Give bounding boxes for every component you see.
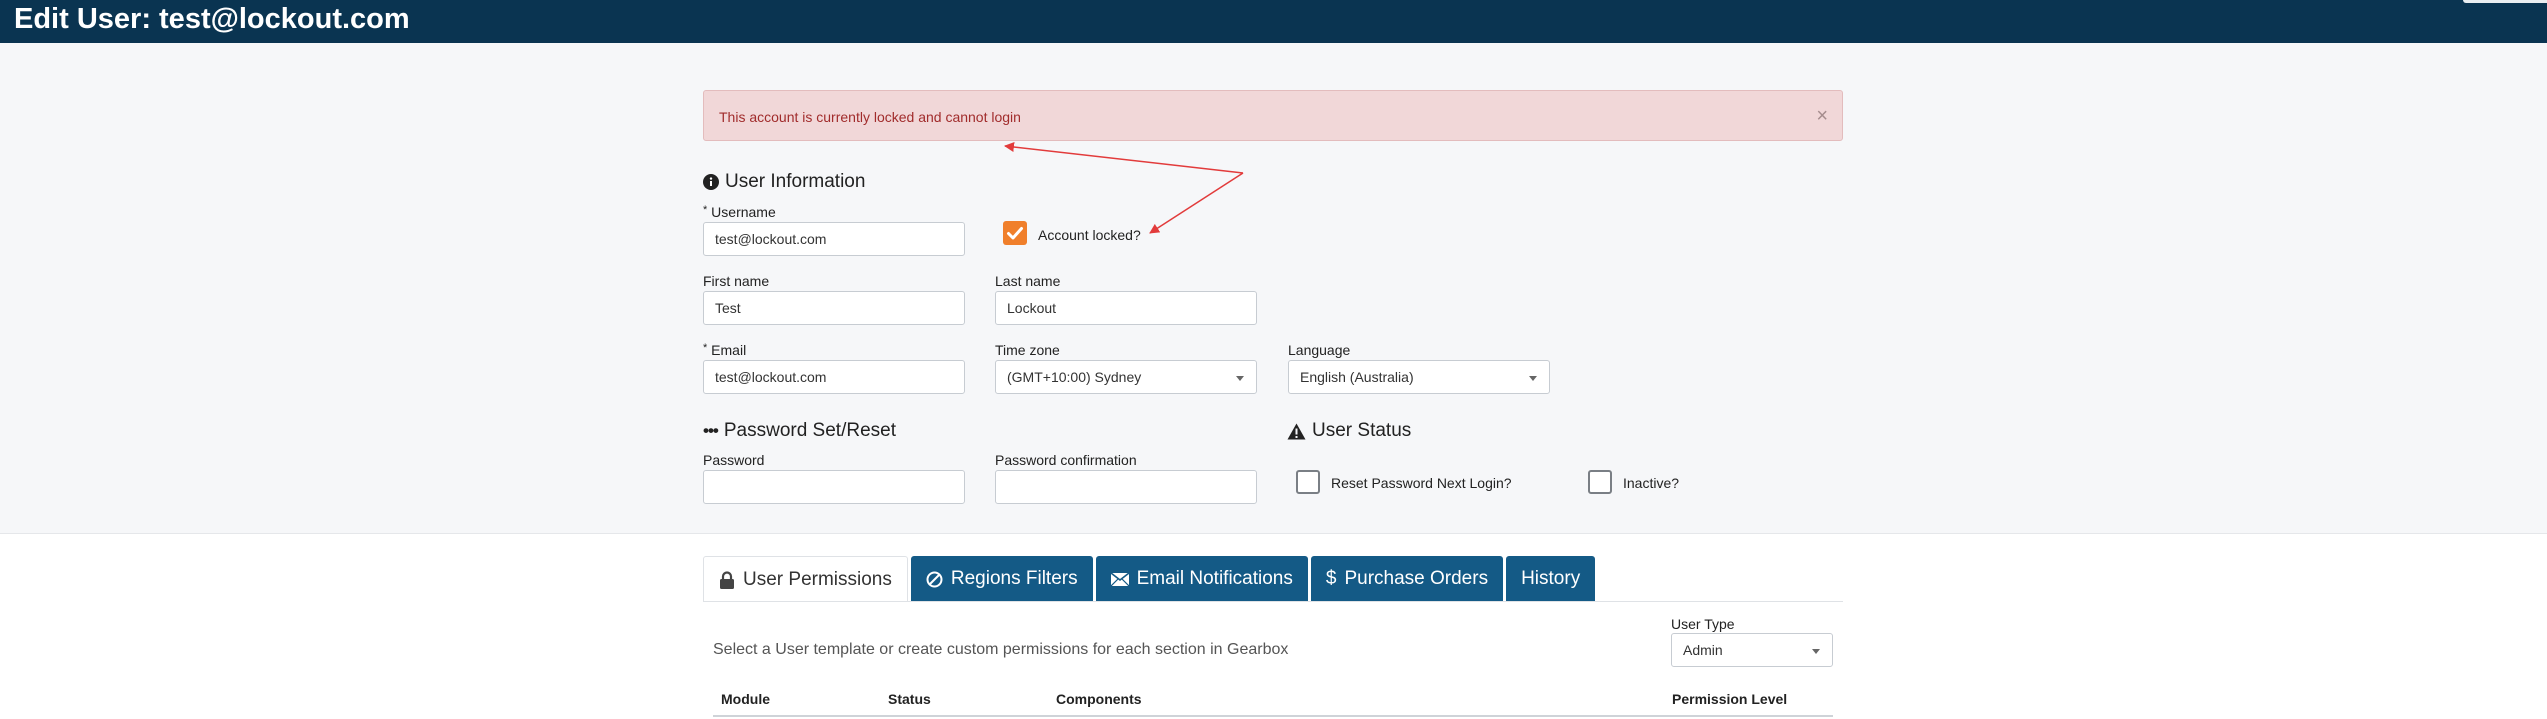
reset-password-checkbox[interactable] [1296,470,1320,494]
column-header-components: Components [1056,691,1142,707]
chevron-down-icon [1812,649,1820,654]
tab-bar: User Permissions Regions Filters Email N… [703,556,1596,602]
envelope-icon [1110,572,1129,586]
tab-divider [703,601,1843,602]
warning-icon [1287,423,1306,439]
tab-history[interactable]: History [1506,556,1596,602]
username-label-text: Username [711,204,776,220]
first-name-label: First name [703,273,770,289]
tab-purchase-orders[interactable]: $ Purchase Orders [1310,556,1504,602]
locked-alert: This account is currently locked and can… [703,90,1843,141]
reset-password-label: Reset Password Next Login? [1331,475,1512,491]
email-label-text: Email [711,342,747,358]
page-header: Edit User: test@lockout.com [0,0,2547,43]
user-information-heading: User Information [703,171,865,193]
user-type-value: Admin [1683,642,1723,658]
tab-label: Email Notifications [1136,568,1293,589]
tab-email-notifications[interactable]: Email Notifications [1095,556,1308,602]
header-corner-button[interactable] [2463,0,2547,3]
info-icon [703,174,719,190]
account-locked-label: Account locked? [1038,227,1141,243]
user-type-label: User Type [1671,616,1735,632]
tab-label: Purchase Orders [1344,568,1489,589]
user-status-heading: User Status [1287,420,1411,442]
last-name-label: Last name [995,273,1061,289]
time-zone-label: Time zone [995,342,1060,358]
checkmark-icon [1007,227,1023,240]
user-information-title: User Information [725,171,866,192]
required-marker: * [703,342,708,354]
account-locked-checkbox[interactable] [1003,221,1027,245]
password-input[interactable] [703,470,965,504]
tab-user-permissions[interactable]: User Permissions [703,556,908,602]
page-title: Edit User: test@lockout.com [14,3,410,35]
ban-icon [926,571,943,587]
permissions-hint: Select a User template or create custom … [713,641,1289,658]
username-label: * Username [703,204,776,220]
table-header-divider [713,715,1833,717]
user-status-title: User Status [1312,420,1412,441]
lock-icon [720,570,734,589]
password-heading: ••• Password Set/Reset [703,420,896,442]
last-name-input[interactable] [995,291,1257,325]
tab-label: User Permissions [743,568,892,590]
tab-label: History [1521,568,1581,589]
inactive-checkbox[interactable] [1588,470,1612,494]
column-header-module: Module [721,691,770,707]
required-marker: * [703,204,708,216]
inactive-label: Inactive? [1623,475,1680,491]
password-title: Password Set/Reset [723,420,896,441]
email-input[interactable] [703,360,965,394]
language-select[interactable]: English (Australia) [1288,360,1550,394]
time-zone-select[interactable]: (GMT+10:00) Sydney [995,360,1257,394]
first-name-input[interactable] [703,291,965,325]
chevron-down-icon [1529,376,1537,381]
password-confirmation-label: Password confirmation [995,452,1137,468]
dots-icon: ••• [703,421,719,440]
time-zone-value: (GMT+10:00) Sydney [1007,369,1142,385]
language-value: English (Australia) [1300,369,1414,385]
column-header-status: Status [888,691,931,707]
column-header-permission-level: Permission Level [1672,691,1788,707]
password-label: Password [703,452,765,468]
alert-message: This account is currently locked and can… [719,109,1021,125]
dollar-icon: $ [1325,568,1337,589]
user-type-select[interactable]: Admin [1671,633,1833,667]
tab-label: Regions Filters [950,568,1078,589]
alert-close-icon[interactable]: × [1816,105,1828,128]
tab-regions-filters[interactable]: Regions Filters [910,556,1093,602]
password-confirmation-input[interactable] [995,470,1257,504]
username-input[interactable] [703,222,965,256]
email-label: * Email [703,342,746,358]
chevron-down-icon [1236,376,1244,381]
language-label: Language [1288,342,1351,358]
